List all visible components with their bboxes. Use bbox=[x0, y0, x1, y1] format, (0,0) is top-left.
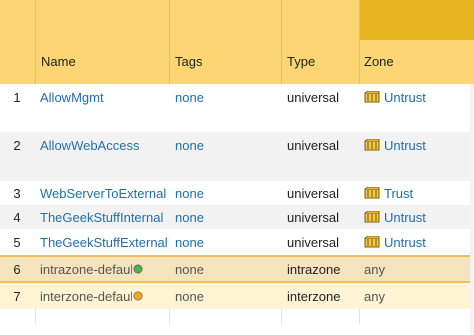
zone-cell: Untrust bbox=[364, 205, 426, 229]
column-tags-label: Tags bbox=[175, 54, 203, 69]
rule-name-link[interactable]: AllowMgmt bbox=[40, 90, 104, 105]
column-index-header[interactable] bbox=[0, 0, 36, 84]
scrollbar-track[interactable] bbox=[470, 84, 474, 335]
row-index: 4 bbox=[13, 209, 21, 225]
rule-name-cell[interactable]: TheGeekStuffExternal bbox=[40, 229, 168, 255]
row-index: 6 bbox=[13, 261, 21, 277]
table-row[interactable]: 1 AllowMgmt none universal Untrust bbox=[0, 84, 474, 110]
zone-value[interactable]: Untrust bbox=[384, 210, 426, 225]
tags-cell: none bbox=[175, 283, 204, 309]
rule-name-link[interactable]: WebServerToExternal bbox=[40, 186, 166, 201]
tags-cell: none bbox=[175, 132, 204, 158]
zone-value: any bbox=[364, 288, 385, 304]
orange-status-icon bbox=[133, 289, 143, 304]
rule-name-link[interactable]: AllowWebAccess bbox=[40, 138, 139, 153]
zone-cell: any bbox=[364, 283, 385, 309]
row-index: 7 bbox=[13, 288, 21, 304]
green-status-icon bbox=[133, 262, 143, 277]
zone-icon bbox=[364, 138, 380, 151]
tags-cell: none bbox=[175, 84, 204, 110]
zone-value[interactable]: Untrust bbox=[384, 235, 426, 250]
column-name-label: Name bbox=[41, 54, 76, 69]
rule-name-cell[interactable]: AllowWebAccess bbox=[40, 132, 139, 158]
zone-cell: Untrust bbox=[364, 132, 426, 158]
zone-value[interactable]: Untrust bbox=[384, 90, 426, 105]
tags-value[interactable]: none bbox=[175, 138, 204, 153]
column-type-label: Type bbox=[287, 54, 316, 69]
table-row[interactable]: 7 interzone-default none interzone any bbox=[0, 283, 474, 309]
tags-cell: none bbox=[175, 181, 204, 205]
rule-name-link[interactable]: TheGeekStuffExternal bbox=[40, 235, 168, 250]
rule-name-cell[interactable]: AllowMgmt bbox=[40, 84, 104, 110]
zone-cell: any bbox=[364, 257, 385, 281]
security-rules-table: Name Tags Type Zone 1 AllowMgmt none univer… bbox=[0, 0, 474, 335]
zone-value[interactable]: Trust bbox=[384, 186, 413, 201]
tags-cell: none bbox=[175, 257, 204, 281]
rule-name-cell: intrazone-default bbox=[40, 257, 143, 281]
zone-value[interactable]: Untrust bbox=[384, 138, 426, 153]
tags-value: none bbox=[175, 288, 204, 304]
table-row[interactable]: 5 TheGeekStuffExternal none universal Untrus… bbox=[0, 229, 474, 255]
tags-value[interactable]: none bbox=[175, 90, 204, 105]
rule-name-cell[interactable]: WebServerToExternal bbox=[40, 181, 166, 205]
zone-icon bbox=[364, 210, 380, 223]
table-header: Name Tags Type Zone bbox=[0, 0, 474, 84]
rule-name-link: intrazone-default bbox=[40, 261, 132, 277]
type-cell: universal bbox=[287, 137, 340, 153]
type-cell: universal bbox=[287, 209, 340, 225]
column-name-header[interactable]: Name bbox=[35, 0, 170, 84]
zone-icon bbox=[364, 235, 380, 248]
rule-name-cell: interzone-default bbox=[40, 283, 143, 309]
zone-icon bbox=[364, 186, 380, 199]
tags-value[interactable]: none bbox=[175, 186, 204, 201]
type-cell: universal bbox=[287, 185, 340, 201]
column-zone-header[interactable]: Zone bbox=[359, 0, 474, 84]
row-index: 5 bbox=[13, 234, 21, 250]
table-row[interactable]: 3 WebServerToExternal none universal Trust bbox=[0, 181, 474, 205]
table-row[interactable]: 4 TheGeekStuffInternal none universal Untrus… bbox=[0, 205, 474, 229]
rule-name-link[interactable]: TheGeekStuffInternal bbox=[40, 210, 163, 225]
column-type-header[interactable]: Type bbox=[281, 0, 360, 84]
tags-cell: none bbox=[175, 205, 204, 229]
table-row[interactable]: 6 intrazone-default none intrazone any bbox=[0, 255, 474, 283]
type-cell: universal bbox=[287, 234, 340, 250]
table-row[interactable]: 2 AllowWebAccess none universal Untrust bbox=[0, 132, 474, 158]
tags-value[interactable]: none bbox=[175, 210, 204, 225]
tags-value: none bbox=[175, 261, 204, 277]
type-cell: universal bbox=[287, 89, 340, 105]
row-index: 2 bbox=[13, 137, 21, 153]
type-cell: interzone bbox=[287, 288, 341, 304]
zone-icon bbox=[364, 90, 380, 103]
tags-cell: none bbox=[175, 229, 204, 255]
rule-name-cell[interactable]: TheGeekStuffInternal bbox=[40, 205, 163, 229]
zone-value: any bbox=[364, 261, 385, 277]
column-tags-header[interactable]: Tags bbox=[169, 0, 282, 84]
zone-cell: Untrust bbox=[364, 229, 426, 255]
zone-cell: Untrust bbox=[364, 84, 426, 110]
tags-value[interactable]: none bbox=[175, 235, 204, 250]
rule-name-link: interzone-default bbox=[40, 288, 132, 304]
column-zone-label: Zone bbox=[364, 54, 394, 69]
zone-cell: Trust bbox=[364, 181, 413, 205]
row-index: 3 bbox=[13, 185, 21, 201]
type-cell: intrazone bbox=[287, 261, 341, 277]
row-index: 1 bbox=[13, 89, 21, 105]
